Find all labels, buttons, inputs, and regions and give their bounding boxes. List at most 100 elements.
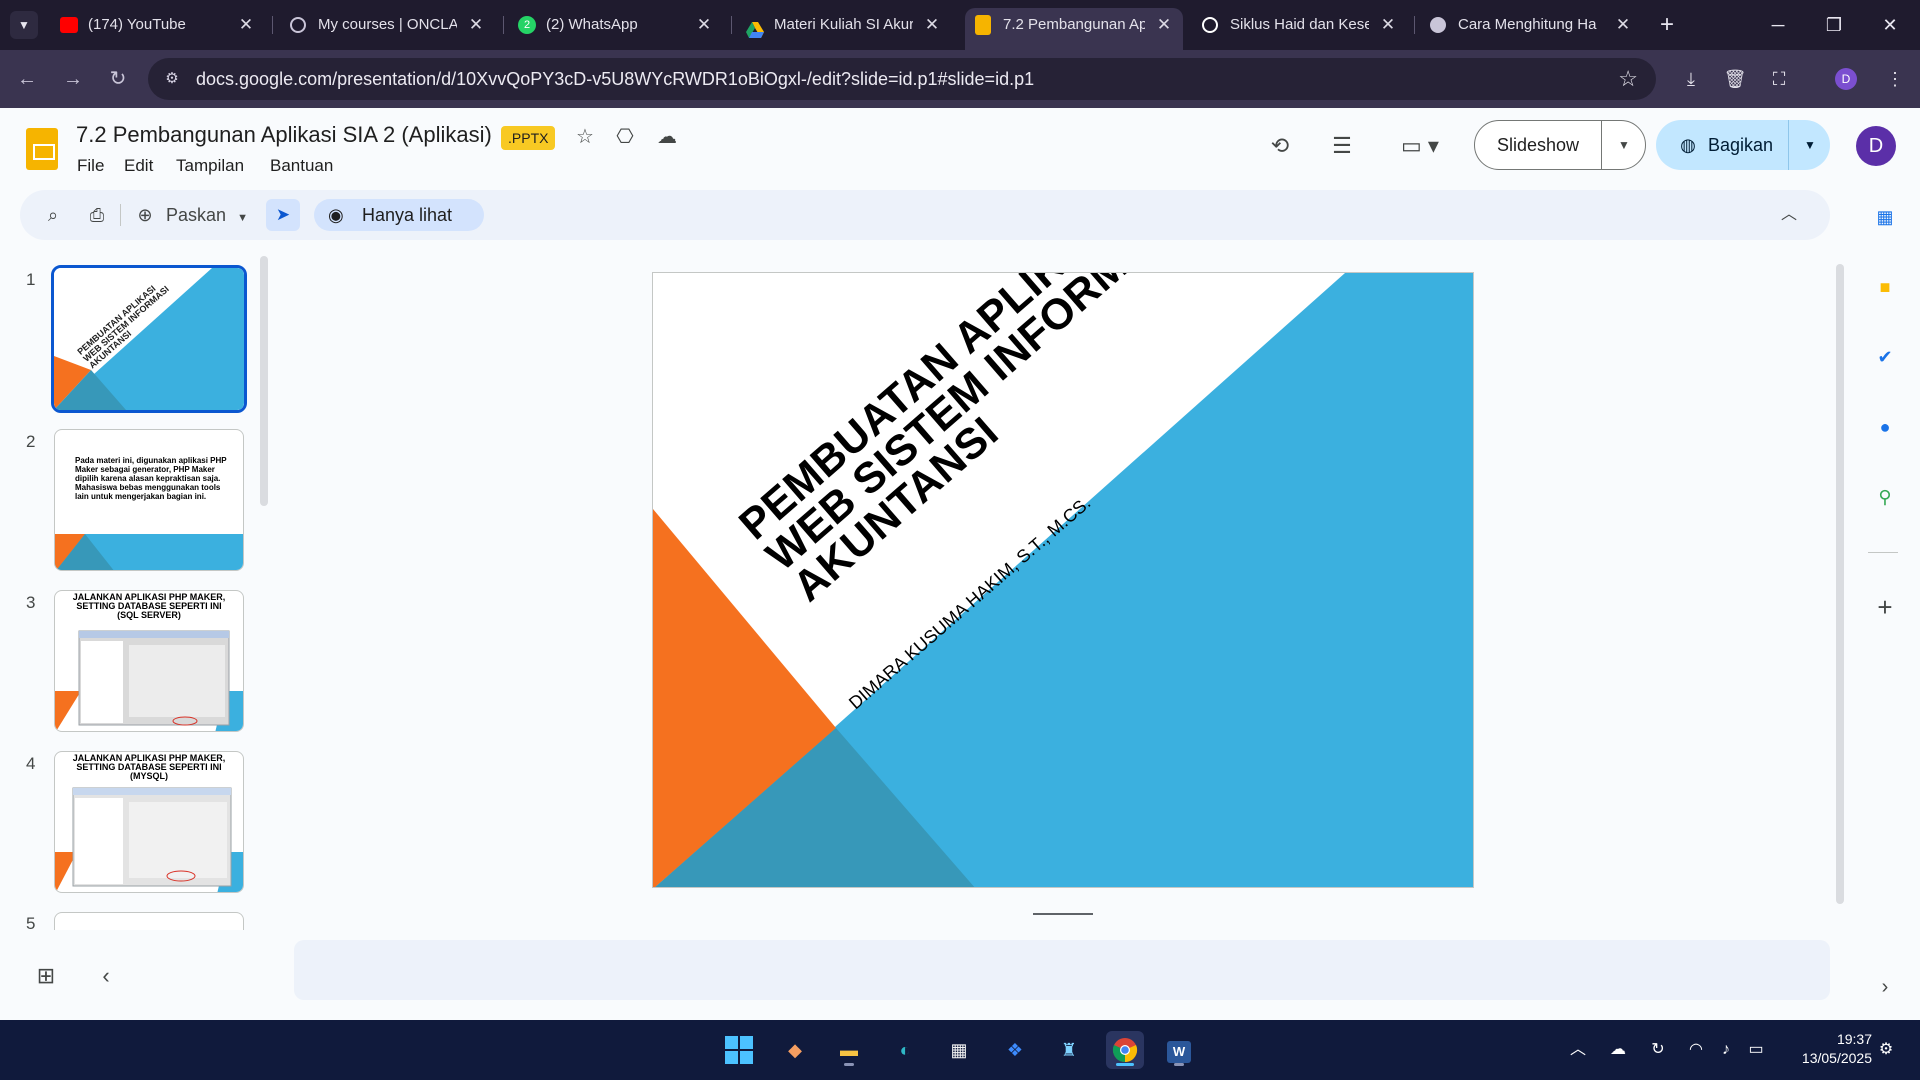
sync-icon[interactable]: ↻ <box>1646 1038 1670 1062</box>
menu-bantuan[interactable]: Bantuan <box>270 156 333 176</box>
chevron-down-icon[interactable]: ▼ <box>1602 121 1646 169</box>
url-text[interactable]: docs.google.com/presentation/d/10XvvQoPY… <box>196 58 1034 100</box>
chevron-right-icon[interactable]: › <box>1870 972 1900 1002</box>
version-history-icon[interactable]: ⟲ <box>1262 128 1298 164</box>
chrome-icon[interactable] <box>1106 1031 1144 1069</box>
maps-icon[interactable]: ⚲ <box>1870 482 1900 512</box>
restore-icon[interactable]: ❐ <box>1814 10 1854 40</box>
contacts-icon[interactable]: ● <box>1870 412 1900 442</box>
windows-start-icon[interactable] <box>720 1031 758 1069</box>
slide-canvas[interactable]: PEMBUATAN APLIKASI WEB SISTEM INFORMASI … <box>652 272 1474 888</box>
comments-icon[interactable]: ☰ <box>1324 128 1360 164</box>
close-icon[interactable]: ✕ <box>1614 8 1632 42</box>
microsoft-store-icon[interactable]: ▦ <box>940 1031 978 1069</box>
view-only-label: Hanya lihat <box>362 205 453 225</box>
dropbox-icon[interactable]: ❖ <box>996 1031 1034 1069</box>
edge-icon[interactable]: ◐ <box>886 1031 924 1069</box>
slide-thumbnail-2[interactable]: Pada materi ini, digunakan aplikasi PHP … <box>54 429 244 571</box>
menu-file[interactable]: File <box>77 156 104 176</box>
translate-icon[interactable]: ⛶ <box>1764 64 1794 94</box>
close-icon[interactable]: ✕ <box>1379 8 1397 42</box>
tab-whatsapp[interactable]: 2 (2) WhatsApp ✕ <box>508 8 723 42</box>
system-clock[interactable]: 19:37 13/05/2025 <box>1760 1030 1872 1068</box>
calendar-icon[interactable]: ▦ <box>1870 202 1900 232</box>
download-icon[interactable]: ⤓ <box>1676 64 1706 94</box>
view-only-mode-button[interactable]: ◉ Hanya lihat <box>314 199 484 231</box>
tab-title: (2) WhatsApp <box>546 16 638 33</box>
close-icon[interactable]: ✕ <box>467 8 485 42</box>
tab-oncla[interactable]: My courses | ONCLA ✕ <box>280 8 495 42</box>
browser-menu-icon[interactable]: ⋮ <box>1880 64 1910 94</box>
meet-camera-icon[interactable]: ▭ ▾ <box>1392 128 1448 164</box>
profile-avatar[interactable]: D <box>1835 68 1857 90</box>
share-label[interactable]: Bagikan <box>1708 120 1773 170</box>
add-addon-icon[interactable]: + <box>1870 592 1900 622</box>
slide-thumbnail-5[interactable] <box>54 912 244 930</box>
bookmark-star-icon[interactable]: ☆ <box>1618 58 1638 100</box>
copilot-icon[interactable]: ◆ <box>776 1031 814 1069</box>
notifications-icon[interactable]: ⚙ <box>1874 1038 1898 1062</box>
tab-google-drive[interactable]: Materi Kuliah SI Akur ✕ <box>736 8 951 42</box>
site-info-icon[interactable]: ⚙ <box>162 69 182 89</box>
menu-tampilan[interactable]: Tampilan <box>176 156 244 176</box>
slideshow-label[interactable]: Slideshow <box>1475 121 1601 169</box>
chevron-down-icon[interactable]: ▼ <box>1790 120 1830 170</box>
search-icon[interactable]: ⌕ <box>38 200 68 230</box>
address-bar[interactable]: ⚙ docs.google.com/presentation/d/10XvvQo… <box>148 58 1656 100</box>
wifi-icon[interactable]: ◠ <box>1684 1038 1708 1062</box>
move-to-drive-icon[interactable]: ⎔ <box>610 122 640 152</box>
cloud-status-icon[interactable]: ☁ <box>652 122 682 152</box>
tab-separator <box>272 16 273 34</box>
close-icon[interactable]: ✕ <box>923 8 941 42</box>
close-icon[interactable]: ✕ <box>237 8 255 42</box>
slide-thumbnail-3[interactable]: JALANKAN APLIKASI PHP MAKER, SETTING DAT… <box>54 590 244 732</box>
tab-chatgpt[interactable]: Siklus Haid dan Kese ✕ <box>1192 8 1407 42</box>
chevron-left-icon[interactable]: ‹ <box>92 962 120 990</box>
slideshow-button[interactable]: Slideshow ▼ <box>1474 120 1646 170</box>
file-explorer-icon[interactable]: ▬ <box>830 1031 868 1069</box>
word-icon[interactable]: W <box>1160 1031 1198 1069</box>
slide-thumbnail-4[interactable]: JALANKAN APLIKASI PHP MAKER, SETTING DAT… <box>54 751 244 893</box>
filmstrip-scrollbar[interactable] <box>260 256 268 506</box>
slide-notes-handle[interactable] <box>1033 913 1093 915</box>
star-icon[interactable]: ☆ <box>570 122 600 152</box>
clock-date: 13/05/2025 <box>1801 1050 1872 1066</box>
main-scrollbar[interactable] <box>1836 264 1844 904</box>
account-avatar[interactable]: D <box>1856 126 1896 166</box>
forward-icon[interactable]: → <box>58 64 88 94</box>
print-icon[interactable]: ⎙ <box>82 200 112 230</box>
zoom-icon[interactable]: ⊕ <box>130 200 160 230</box>
slide-thumbnail-1[interactable]: PEMBUATAN APLIKASI WEB SISTEM INFORMASI … <box>51 265 247 413</box>
tasks-icon[interactable]: ✔ <box>1870 342 1900 372</box>
tab-separator <box>1414 16 1415 34</box>
keep-icon[interactable]: ■ <box>1870 272 1900 302</box>
tab-youtube[interactable]: (174) YouTube ✕ <box>50 8 265 42</box>
volume-icon[interactable]: ♪ <box>1714 1038 1738 1062</box>
close-icon[interactable]: ✕ <box>1155 8 1173 42</box>
close-icon[interactable]: ✕ <box>695 8 713 42</box>
tab-title: 7.2 Pembangunan Ap <box>1003 16 1145 33</box>
back-icon[interactable]: ← <box>12 64 42 94</box>
document-title[interactable]: 7.2 Pembangunan Aplikasi SIA 2 (Aplikasi… <box>76 122 492 148</box>
minimize-icon[interactable]: ─ <box>1758 10 1798 40</box>
eye-icon: ◉ <box>328 205 344 225</box>
close-window-icon[interactable]: ✕ <box>1870 10 1910 40</box>
grid-view-icon[interactable]: ⊞ <box>32 962 60 990</box>
tab-search-dropdown-icon[interactable]: ▼ <box>10 11 38 39</box>
tab-cara-menghitung[interactable]: Cara Menghitung Ha ✕ <box>1420 8 1642 42</box>
menu-edit[interactable]: Edit <box>124 156 153 176</box>
select-cursor-icon[interactable]: ➤ <box>266 199 300 231</box>
google-slides-logo-icon[interactable] <box>26 128 58 170</box>
collapse-toolbar-icon[interactable]: ︿ <box>1774 200 1804 230</box>
speaker-notes[interactable] <box>294 940 1830 1000</box>
zoom-label: Paskan <box>166 205 227 225</box>
reload-icon[interactable]: ↻ <box>103 64 133 94</box>
tab-google-slides-active[interactable]: 7.2 Pembangunan Ap ✕ <box>965 8 1183 50</box>
new-tab-button[interactable]: + <box>1652 10 1682 40</box>
onedrive-icon[interactable]: ☁ <box>1606 1038 1630 1062</box>
zoom-select[interactable]: Paskan ▼ <box>166 200 256 230</box>
show-hidden-icons-icon[interactable]: ︿ <box>1566 1038 1590 1062</box>
trash-icon[interactable]: 🗑 <box>1720 64 1750 94</box>
app-icon[interactable]: ♜ <box>1050 1031 1088 1069</box>
share-button[interactable]: ◍ Bagikan ▼ <box>1656 120 1830 170</box>
